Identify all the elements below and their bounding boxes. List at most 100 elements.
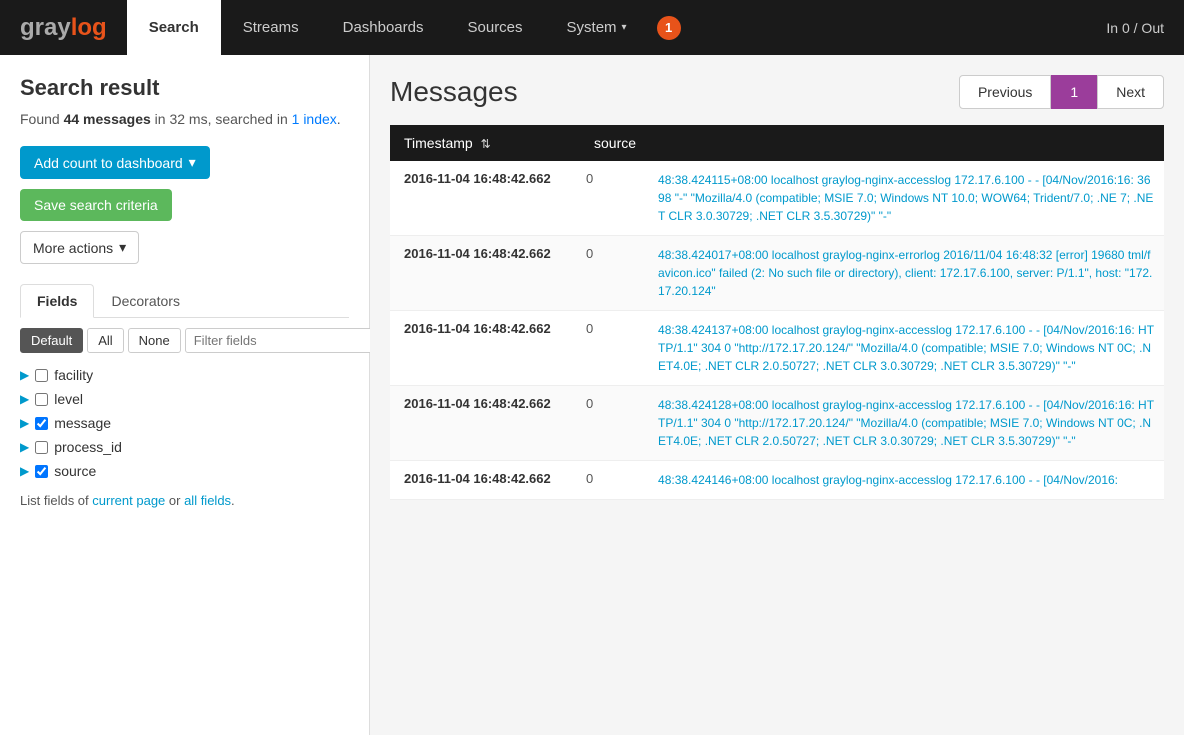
header-message-content (650, 125, 1164, 161)
msg-source: 0 (580, 311, 650, 386)
table-row: 2016-11-04 16:48:42.662 0 48:38.424137+0… (390, 311, 1164, 386)
all-fields-link[interactable]: all fields (184, 493, 231, 508)
field-label-level: level (54, 391, 83, 407)
action-buttons: Add count to dashboard ▾ Save search cri… (20, 146, 349, 264)
msg-content: 48:38.424137+08:00 localhost graylog-ngi… (650, 311, 1164, 386)
nav-item-search[interactable]: Search (127, 0, 221, 55)
nav-item-dashboards[interactable]: Dashboards (321, 0, 446, 55)
nav-items: Search Streams Dashboards Sources System… (127, 0, 649, 55)
nav-item-system[interactable]: System ▾ (545, 0, 649, 55)
list-footer-prefix: List fields of (20, 493, 89, 508)
filter-all-button[interactable]: All (87, 328, 123, 353)
more-actions-button[interactable]: More actions ▾ (20, 231, 139, 264)
msg-source: 0 (580, 161, 650, 236)
table-row: 2016-11-04 16:48:42.662 0 48:38.424115+0… (390, 161, 1164, 236)
list-footer: List fields of current page or all field… (20, 493, 349, 508)
field-checkbox-message[interactable] (35, 417, 48, 430)
msg-content: 48:38.424115+08:00 localhost graylog-ngi… (650, 161, 1164, 236)
msg-timestamp: 2016-11-04 16:48:42.662 (390, 236, 580, 311)
navbar: graylog Search Streams Dashboards Source… (0, 0, 1184, 55)
expand-arrow-icon[interactable]: ▶ (20, 464, 29, 478)
msg-timestamp: 2016-11-04 16:48:42.662 (390, 311, 580, 386)
content-area: Messages Previous 1 Next Timestamp ⇅ sou… (370, 55, 1184, 735)
expand-arrow-icon[interactable]: ▶ (20, 416, 29, 430)
msg-source: 0 (580, 386, 650, 461)
field-label-source: source (54, 463, 96, 479)
header-source: source (580, 125, 650, 161)
pagination: Previous 1 Next (959, 75, 1164, 109)
more-actions-label: More actions (33, 240, 113, 256)
msg-source: 0 (580, 236, 650, 311)
list-item: ▶ source (20, 459, 349, 483)
nav-item-system-label: System (567, 19, 617, 36)
field-tabs: Fields Decorators (20, 284, 349, 318)
field-label-message: message (54, 415, 111, 431)
result-info: Found 44 messages in 32 ms, searched in … (20, 109, 349, 130)
field-label-process-id: process_id (54, 439, 122, 455)
brand-gray-text: gray (20, 14, 71, 42)
result-count: 44 messages (64, 111, 151, 127)
messages-table: Timestamp ⇅ source 2016-11-04 16:48:42.6… (390, 125, 1164, 500)
nav-item-streams[interactable]: Streams (221, 0, 321, 55)
filter-default-button[interactable]: Default (20, 328, 83, 353)
list-footer-or: or (169, 493, 184, 508)
header-timestamp-label: Timestamp (404, 135, 473, 151)
sidebar: Search result Found 44 messages in 32 ms… (0, 55, 370, 735)
filter-fields-input[interactable] (185, 328, 379, 353)
tab-fields[interactable]: Fields (20, 284, 94, 318)
tab-decorators[interactable]: Decorators (94, 284, 196, 317)
msg-content: 48:38.424128+08:00 localhost graylog-ngi… (650, 386, 1164, 461)
list-item: ▶ facility (20, 363, 349, 387)
page-title: Messages (390, 76, 518, 108)
field-checkbox-process-id[interactable] (35, 441, 48, 454)
result-index-link[interactable]: 1 index (292, 111, 337, 127)
field-label-facility: facility (54, 367, 93, 383)
msg-timestamp: 2016-11-04 16:48:42.662 (390, 461, 580, 500)
current-page-link[interactable]: current page (92, 493, 165, 508)
field-list: ▶ facility ▶ level ▶ message ▶ p (20, 363, 349, 483)
expand-arrow-icon[interactable]: ▶ (20, 392, 29, 406)
add-dashboard-button[interactable]: Add count to dashboard ▾ (20, 146, 210, 179)
table-row: 2016-11-04 16:48:42.662 0 48:38.424128+0… (390, 386, 1164, 461)
save-search-button[interactable]: Save search criteria (20, 189, 172, 221)
chevron-down-icon: ▾ (622, 22, 627, 33)
field-checkbox-level[interactable] (35, 393, 48, 406)
sidebar-title: Search result (20, 75, 349, 101)
brand-logo: graylog (10, 14, 117, 42)
add-dashboard-label: Add count to dashboard (34, 155, 183, 171)
nav-right-status: In 0 / Out (1106, 20, 1174, 36)
sort-icon[interactable]: ⇅ (481, 137, 491, 151)
field-checkbox-source[interactable] (35, 465, 48, 478)
messages-body: 2016-11-04 16:48:42.662 0 48:38.424115+0… (390, 161, 1164, 500)
msg-content: 48:38.424146+08:00 localhost graylog-ngi… (650, 461, 1164, 500)
list-footer-suffix: . (231, 493, 235, 508)
msg-source: 0 (580, 461, 650, 500)
table-row: 2016-11-04 16:48:42.662 0 48:38.424017+0… (390, 236, 1164, 311)
brand-log-text: log (71, 14, 107, 42)
header-timestamp: Timestamp ⇅ (390, 125, 580, 161)
field-list-container: ▶ facility ▶ level ▶ message ▶ p (20, 363, 349, 483)
msg-content: 48:38.424017+08:00 localhost graylog-ngi… (650, 236, 1164, 311)
msg-timestamp: 2016-11-04 16:48:42.662 (390, 386, 580, 461)
current-page-button[interactable]: 1 (1051, 75, 1097, 109)
msg-timestamp: 2016-11-04 16:48:42.662 (390, 161, 580, 236)
previous-button[interactable]: Previous (959, 75, 1051, 109)
table-row: 2016-11-04 16:48:42.662 0 48:38.424146+0… (390, 461, 1164, 500)
expand-arrow-icon[interactable]: ▶ (20, 440, 29, 454)
main-layout: Search result Found 44 messages in 32 ms… (0, 55, 1184, 735)
dropdown-arrow-icon: ▾ (189, 154, 196, 171)
expand-arrow-icon[interactable]: ▶ (20, 368, 29, 382)
content-header: Messages Previous 1 Next (390, 75, 1164, 109)
list-item: ▶ level (20, 387, 349, 411)
table-header-row: Timestamp ⇅ source (390, 125, 1164, 161)
more-actions-arrow-icon: ▾ (119, 239, 126, 256)
nav-item-sources[interactable]: Sources (446, 0, 545, 55)
field-checkbox-facility[interactable] (35, 369, 48, 382)
list-item: ▶ message (20, 411, 349, 435)
filter-none-button[interactable]: None (128, 328, 181, 353)
field-filter-bar: Default All None (20, 328, 349, 353)
list-item: ▶ process_id (20, 435, 349, 459)
next-button[interactable]: Next (1097, 75, 1164, 109)
result-meta: in 32 ms, searched in (155, 111, 288, 127)
notification-badge: 1 (657, 16, 681, 40)
